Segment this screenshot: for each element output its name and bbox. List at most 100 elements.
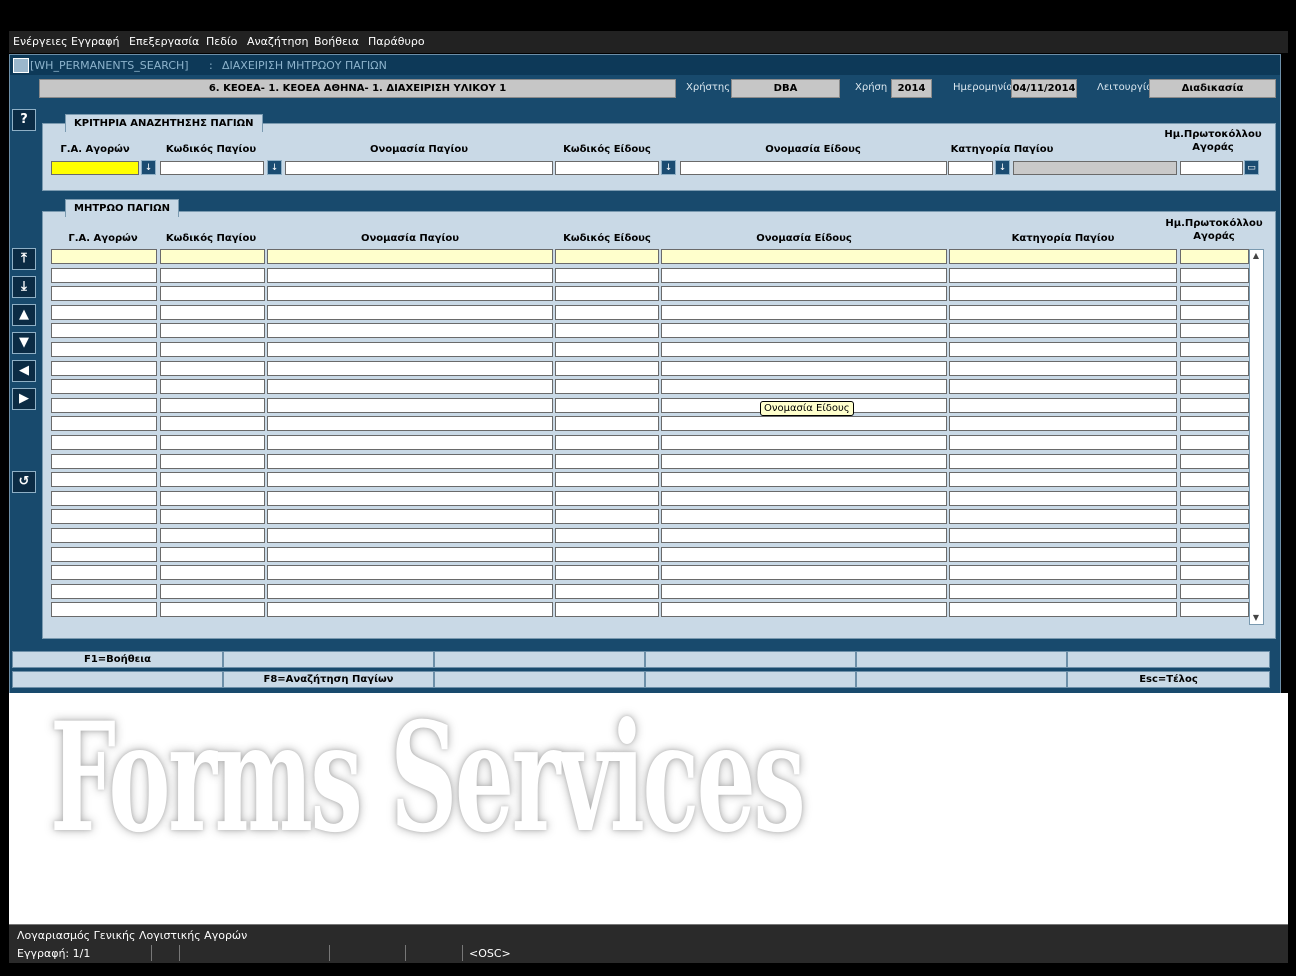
grid-cell[interactable] xyxy=(160,490,265,506)
grid-cell[interactable] xyxy=(51,602,157,618)
menu-window[interactable]: Παράθυρο xyxy=(368,35,425,48)
grid-cell[interactable] xyxy=(1180,583,1249,599)
grid-cell[interactable] xyxy=(160,565,265,581)
grid-cell[interactable] xyxy=(555,435,659,450)
grid-cell[interactable] xyxy=(555,342,659,357)
grid-cell[interactable] xyxy=(555,602,659,618)
search-category-input[interactable] xyxy=(948,161,993,175)
grid-cell[interactable] xyxy=(1180,379,1249,395)
function-key-button[interactable] xyxy=(856,651,1067,668)
grid-cell[interactable] xyxy=(160,397,265,413)
grid-cell[interactable] xyxy=(160,286,265,302)
grid-cell[interactable] xyxy=(51,453,157,469)
grid-cell[interactable] xyxy=(555,528,659,543)
grid-cell[interactable] xyxy=(160,546,265,562)
grid-cell[interactable] xyxy=(555,267,659,283)
grid-cell[interactable] xyxy=(160,583,265,599)
grid-cell[interactable] xyxy=(555,286,659,302)
grid-cell[interactable] xyxy=(555,323,659,339)
grid-cell[interactable] xyxy=(51,397,157,413)
grid-cell[interactable] xyxy=(949,286,1177,302)
search-name-input[interactable] xyxy=(285,161,553,175)
grid-cell[interactable] xyxy=(555,546,659,562)
grid-cell[interactable] xyxy=(949,249,1177,264)
grid-cell[interactable] xyxy=(661,286,947,302)
grid-cell[interactable] xyxy=(949,416,1177,432)
grid-cell[interactable] xyxy=(267,546,553,562)
menu-edit[interactable]: Επεξεργασία xyxy=(129,35,199,48)
grid-cell[interactable] xyxy=(160,304,265,320)
grid-cell[interactable] xyxy=(1180,267,1249,283)
function-key-button[interactable] xyxy=(645,671,856,688)
function-key-button[interactable] xyxy=(12,671,223,688)
grid-cell[interactable] xyxy=(51,286,157,302)
grid-cell[interactable] xyxy=(1180,453,1249,469)
grid-cell[interactable] xyxy=(661,267,947,283)
grid-cell[interactable] xyxy=(1180,435,1249,450)
grid-cell[interactable] xyxy=(51,565,157,581)
grid-cell[interactable] xyxy=(661,304,947,320)
grid-cell[interactable] xyxy=(949,509,1177,525)
grid-cell[interactable] xyxy=(267,267,553,283)
function-key-button[interactable]: F1=Βοήθεια xyxy=(12,651,223,668)
grid-cell[interactable] xyxy=(1180,249,1249,264)
search-code-lov-button[interactable]: ↓ xyxy=(267,160,282,175)
grid-cell[interactable] xyxy=(51,249,157,264)
grid-cell[interactable] xyxy=(51,528,157,543)
grid-cell[interactable] xyxy=(661,565,947,581)
search-date-calendar-button[interactable]: ▭ xyxy=(1244,160,1259,175)
grid-cell[interactable] xyxy=(661,360,947,376)
grid-cell[interactable] xyxy=(949,323,1177,339)
function-key-button[interactable] xyxy=(856,671,1067,688)
grid-cell[interactable] xyxy=(661,249,947,264)
grid-cell[interactable] xyxy=(949,528,1177,543)
grid-cell[interactable] xyxy=(51,546,157,562)
grid-cell[interactable] xyxy=(267,528,553,543)
grid-cell[interactable] xyxy=(949,546,1177,562)
grid-cell[interactable] xyxy=(949,472,1177,488)
grid-cell[interactable] xyxy=(949,397,1177,413)
grid-cell[interactable] xyxy=(1180,360,1249,376)
grid-cell[interactable] xyxy=(949,379,1177,395)
grid-cell[interactable] xyxy=(555,453,659,469)
grid-cell[interactable] xyxy=(267,583,553,599)
grid-cell[interactable] xyxy=(1180,304,1249,320)
scroll-up-icon[interactable]: ▲ xyxy=(1251,251,1261,261)
grid-cell[interactable] xyxy=(661,528,947,543)
grid-cell[interactable] xyxy=(949,490,1177,506)
menu-search[interactable]: Αναζήτηση xyxy=(247,35,308,48)
grid-cell[interactable] xyxy=(949,304,1177,320)
grid-cell[interactable] xyxy=(555,416,659,432)
grid-cell[interactable] xyxy=(267,416,553,432)
function-key-button[interactable]: F8=Αναζήτηση Παγίων xyxy=(223,671,434,688)
grid-cell[interactable] xyxy=(949,360,1177,376)
search-itemcode-input[interactable] xyxy=(555,161,659,175)
grid-cell[interactable] xyxy=(949,602,1177,618)
exit-button[interactable]: ↺ xyxy=(12,471,36,493)
grid-cell[interactable] xyxy=(949,342,1177,357)
grid-cell[interactable] xyxy=(555,379,659,395)
grid-cell[interactable] xyxy=(555,249,659,264)
grid-cell[interactable] xyxy=(267,304,553,320)
search-code-input[interactable] xyxy=(160,161,264,175)
search-itemname-input[interactable] xyxy=(680,161,947,175)
grid-cell[interactable] xyxy=(267,602,553,618)
grid-cell[interactable] xyxy=(267,397,553,413)
grid-cell[interactable] xyxy=(1180,416,1249,432)
grid-cell[interactable] xyxy=(949,435,1177,450)
grid-cell[interactable] xyxy=(555,360,659,376)
function-key-button[interactable] xyxy=(1067,651,1270,668)
grid-cell[interactable] xyxy=(1180,565,1249,581)
grid-cell[interactable] xyxy=(51,472,157,488)
grid-cell[interactable] xyxy=(1180,323,1249,339)
function-key-button[interactable] xyxy=(434,651,645,668)
grid-cell[interactable] xyxy=(267,453,553,469)
grid-cell[interactable] xyxy=(267,565,553,581)
scroll-down-icon[interactable]: ▼ xyxy=(1251,613,1261,623)
grid-cell[interactable] xyxy=(1180,342,1249,357)
grid-cell[interactable] xyxy=(160,249,265,264)
first-record-button[interactable]: ⤒ xyxy=(12,248,36,270)
grid-cell[interactable] xyxy=(51,583,157,599)
grid-cell[interactable] xyxy=(267,509,553,525)
prev-block-button[interactable]: ◀ xyxy=(12,360,36,382)
